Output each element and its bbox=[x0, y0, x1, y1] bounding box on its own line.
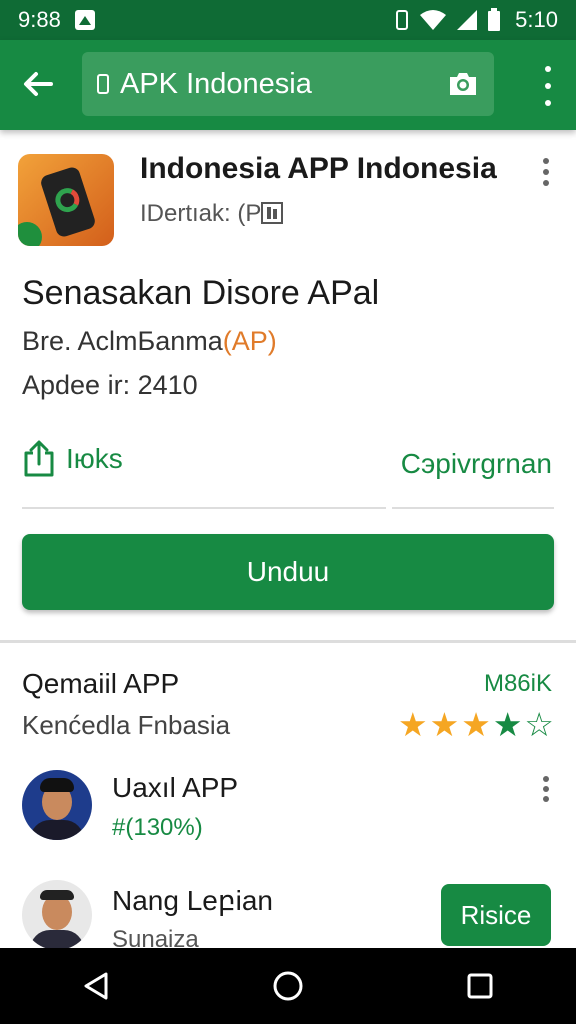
user-name[interactable]: Nang Leբian bbox=[112, 884, 273, 917]
battery-icon bbox=[488, 8, 501, 31]
badge-icon bbox=[261, 202, 284, 224]
signal-icon bbox=[457, 10, 478, 30]
arrow-back-icon bbox=[24, 72, 53, 96]
phone-icon bbox=[97, 74, 109, 94]
status-left: 9:88 bbox=[18, 7, 95, 33]
star-full-icon: ★ bbox=[492, 706, 523, 743]
leaf-graphic bbox=[18, 222, 42, 246]
overflow-dot bbox=[545, 66, 551, 72]
vibrate-icon bbox=[396, 10, 409, 30]
section-meta: M86iK bbox=[483, 670, 552, 697]
status-time-left: 9:88 bbox=[18, 7, 61, 32]
star-empty-icon: ☆ bbox=[524, 706, 554, 743]
permissions-link[interactable]: Cэpivrgrnan bbox=[401, 448, 552, 480]
status-bar: 9:88 5:10 bbox=[0, 0, 576, 40]
overflow-dot bbox=[543, 786, 549, 792]
user-meta: #(130%) bbox=[112, 814, 203, 841]
avatar-suit bbox=[30, 930, 84, 950]
back-button[interactable] bbox=[18, 62, 58, 106]
app-icon[interactable] bbox=[18, 154, 114, 246]
nav-home-button[interactable] bbox=[258, 956, 318, 1016]
app-headline: Senasakan Disore APal bbox=[22, 274, 380, 312]
section-subtitle: Kenćedla Fnbasia bbox=[22, 710, 231, 740]
phone-graphic bbox=[39, 165, 97, 239]
avatar-suit bbox=[30, 820, 84, 840]
overflow-dot bbox=[543, 158, 549, 164]
overflow-dot bbox=[543, 169, 549, 175]
section-title: Qemaiil APP bbox=[22, 668, 180, 699]
search-query-text: APK Indonesia bbox=[120, 67, 312, 100]
app-developer[interactable]: IDertıak: (P bbox=[140, 200, 284, 228]
divider bbox=[22, 507, 386, 509]
share-label: Iюks bbox=[66, 443, 123, 474]
camera-icon bbox=[450, 73, 476, 95]
image-notification-icon bbox=[74, 10, 95, 30]
overflow-dot bbox=[545, 100, 551, 106]
overflow-dot bbox=[545, 83, 551, 89]
wifi-icon bbox=[420, 10, 447, 30]
avatar[interactable] bbox=[22, 770, 92, 840]
overflow-menu-button[interactable] bbox=[538, 66, 558, 106]
divider bbox=[392, 507, 554, 509]
status-right: 5:10 bbox=[393, 7, 558, 33]
status-time-right: 5:10 bbox=[515, 7, 558, 32]
star-full-icon: ★ bbox=[429, 706, 460, 743]
square-recents-icon bbox=[467, 973, 493, 999]
section-divider bbox=[0, 640, 576, 643]
share-button[interactable]: Iюks bbox=[22, 440, 123, 478]
share-icon bbox=[24, 440, 54, 477]
star-full-icon: ★ bbox=[461, 706, 491, 743]
app-title: Indonesia APP Indonesia bbox=[140, 152, 497, 185]
circle-home-icon bbox=[273, 971, 303, 1001]
navigation-bar bbox=[0, 948, 576, 1024]
app-subline: Bre. AclmБanma(AP) bbox=[22, 326, 277, 357]
avatar-hair bbox=[40, 890, 74, 900]
developer-name: IDertıak: (P bbox=[140, 200, 262, 227]
app-more-menu-button[interactable] bbox=[540, 158, 552, 186]
avatar-hat bbox=[40, 778, 74, 792]
app-bar: APK Indonesia bbox=[0, 40, 576, 130]
triangle-back-icon bbox=[84, 972, 108, 1000]
avatar[interactable] bbox=[22, 880, 92, 950]
overflow-dot bbox=[543, 776, 549, 782]
overflow-dot bbox=[543, 796, 549, 802]
follow-button[interactable]: Risiсe bbox=[441, 884, 551, 946]
status-icons bbox=[393, 8, 501, 32]
user-name[interactable]: Uaxıl APP bbox=[112, 772, 238, 804]
camera-search-button[interactable] bbox=[446, 67, 480, 101]
update-info: Apdee ir: 2410 bbox=[22, 370, 198, 400]
subline-accent: (AP) bbox=[222, 326, 277, 356]
overflow-dot bbox=[543, 180, 549, 186]
search-field[interactable]: APK Indonesia bbox=[82, 52, 494, 116]
row-more-menu-button[interactable] bbox=[540, 776, 552, 802]
install-button[interactable]: Unduu bbox=[22, 534, 554, 610]
subline-text: Bre. AclmБanma bbox=[22, 326, 223, 356]
rating-stars: ★ ★ ★ ★ ☆ bbox=[398, 708, 554, 741]
nav-back-button[interactable] bbox=[66, 956, 126, 1016]
star-full-icon: ★ bbox=[398, 706, 428, 743]
nav-recents-button[interactable] bbox=[450, 956, 510, 1016]
